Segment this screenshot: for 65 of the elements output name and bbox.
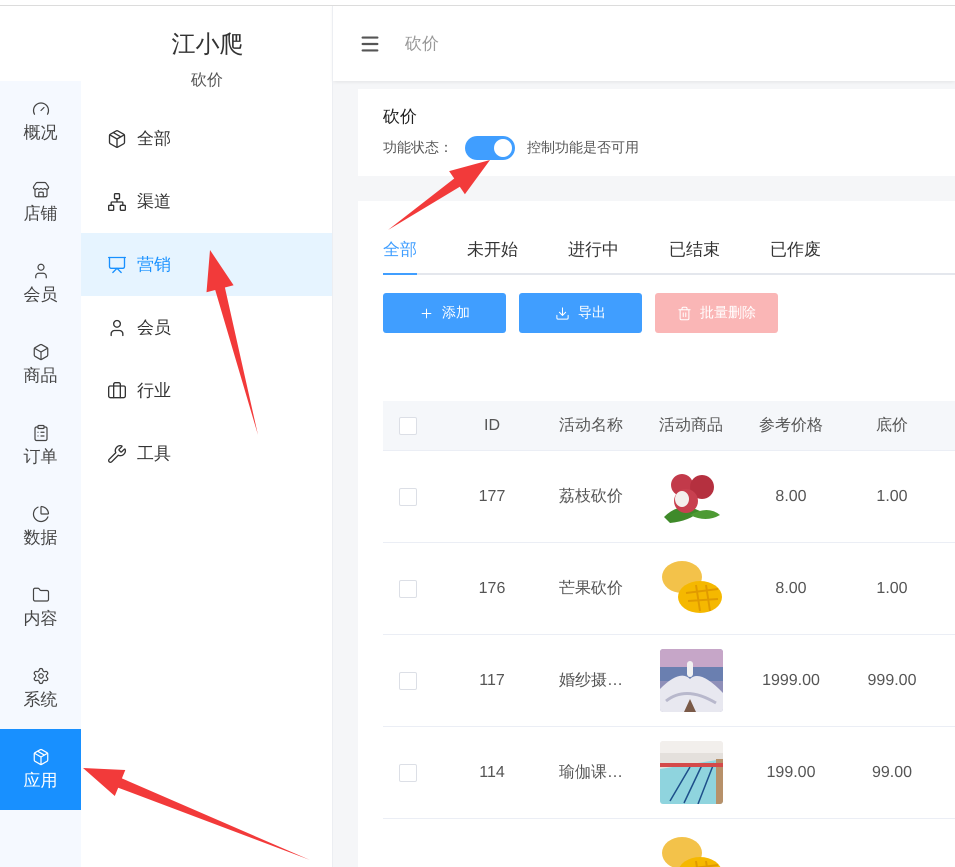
table-cell-text: 瑜伽课… bbox=[558, 763, 624, 783]
settings-icon bbox=[32, 666, 50, 684]
table-cell-text: 1.00 bbox=[875, 488, 909, 506]
rail-item[interactable]: 内容 bbox=[0, 567, 81, 648]
table-cell-text: 1999.00 bbox=[761, 672, 821, 690]
table-cell-text: 荔枝砍价 bbox=[558, 486, 624, 507]
column-header: 活动名称 bbox=[558, 416, 624, 436]
rail-item[interactable]: 订单 bbox=[0, 405, 81, 486]
submenu-item[interactable]: 工具 bbox=[81, 422, 332, 485]
nodes-icon bbox=[107, 192, 127, 212]
table-cell-text: 1.00 bbox=[875, 580, 909, 598]
folder-icon bbox=[32, 586, 50, 604]
cube-icon bbox=[32, 748, 50, 766]
checkbox[interactable] bbox=[399, 580, 417, 598]
clipboard-icon bbox=[32, 424, 50, 442]
rail-item[interactable]: 系统 bbox=[0, 648, 81, 729]
submenu-item[interactable]: 全部 bbox=[81, 107, 332, 170]
submenu-item[interactable]: 会员 bbox=[81, 296, 332, 359]
wrench-icon bbox=[107, 444, 127, 464]
breadcrumb: 砍价 bbox=[405, 33, 439, 55]
rail-item[interactable]: 会员 bbox=[0, 243, 81, 324]
trash-icon bbox=[677, 306, 692, 320]
column-header: 参考价格 bbox=[758, 416, 824, 436]
tab[interactable]: 进行中 bbox=[568, 233, 619, 275]
table-cell-text: 199.00 bbox=[766, 764, 816, 782]
store-icon bbox=[32, 180, 50, 198]
rail-item[interactable]: 数据 bbox=[0, 486, 81, 567]
table-cell-text: 177 bbox=[478, 488, 506, 506]
tab[interactable]: 已作废 bbox=[770, 233, 821, 275]
checkbox[interactable] bbox=[399, 764, 417, 782]
table-cell-text: 114 bbox=[478, 764, 506, 782]
checkbox[interactable] bbox=[399, 672, 417, 690]
briefcase-icon bbox=[107, 380, 127, 400]
column-header: 底价 bbox=[875, 416, 909, 436]
brand-title: 江小爬 bbox=[172, 30, 244, 60]
rail-item[interactable]: 商品 bbox=[0, 324, 81, 405]
tab[interactable]: 已结束 bbox=[669, 233, 720, 275]
plus-icon bbox=[419, 306, 434, 320]
tab[interactable]: 未开始 bbox=[467, 233, 518, 275]
feature-title: 砍价 bbox=[383, 106, 418, 128]
feature-hint: 控制功能是否可用 bbox=[527, 139, 639, 157]
submenu-item[interactable]: 渠道 bbox=[81, 170, 332, 233]
column-header: 活动商品 bbox=[658, 416, 724, 436]
column-header: ID bbox=[483, 416, 501, 434]
toggle-switch[interactable] bbox=[465, 136, 515, 160]
table-cell-text: 99.00 bbox=[870, 764, 914, 782]
rail-item[interactable]: 店铺 bbox=[0, 162, 81, 243]
pie-chart-icon bbox=[32, 504, 50, 522]
table-cell-text: 8.00 bbox=[774, 580, 808, 598]
submenu-item[interactable]: 行业 bbox=[81, 359, 332, 422]
checkbox[interactable] bbox=[399, 488, 417, 506]
feature-label: 功能状态： bbox=[383, 139, 453, 157]
table-cell-text: 婚纱摄… bbox=[558, 670, 624, 691]
download-icon bbox=[555, 306, 570, 320]
rail-item[interactable]: 概况 bbox=[0, 81, 81, 162]
table-cell-text: 芒果砍价 bbox=[558, 578, 624, 599]
cube-icon bbox=[107, 128, 127, 148]
gauge-icon bbox=[32, 100, 50, 118]
table-cell-text: 999.00 bbox=[866, 672, 918, 690]
table-cell-text: 8.00 bbox=[774, 488, 808, 506]
table-cell-text: 117 bbox=[478, 672, 506, 690]
checkbox[interactable] bbox=[399, 416, 417, 434]
box-icon bbox=[32, 342, 50, 360]
table-cell-text: 176 bbox=[478, 580, 506, 598]
chart-icon bbox=[107, 254, 127, 274]
